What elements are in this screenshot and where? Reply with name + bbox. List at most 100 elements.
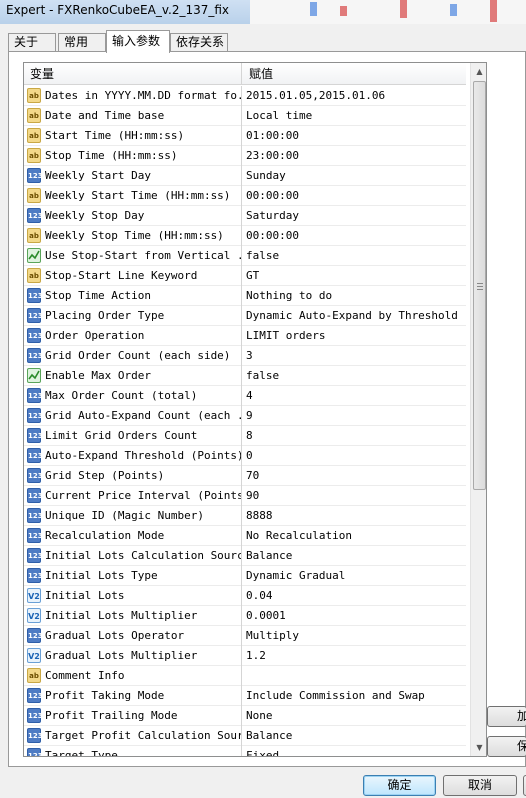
load-button[interactable]: 加 <box>487 706 526 727</box>
parameter-value-cell[interactable]: 0 <box>243 446 466 466</box>
parameter-row[interactable]: 123 Gradual Lots Operator Multiply <box>24 626 466 646</box>
tab-about[interactable]: 关于 <box>8 33 56 52</box>
parameter-name-cell: V2 Initial Lots Multiplier <box>24 606 242 626</box>
string-type-icon: ab <box>27 108 41 123</box>
parameter-name-cell: 123 Current Price Interval (Points) <box>24 486 242 506</box>
grid-header: 变量 赋值 <box>24 63 466 85</box>
parameter-row[interactable]: 123 Grid Auto-Expand Count (each ... 9 <box>24 406 466 426</box>
parameter-value-cell[interactable]: 90 <box>243 486 466 506</box>
integer-type-icon: 123 <box>27 688 43 703</box>
parameter-value-cell[interactable]: No Recalculation <box>243 526 466 546</box>
parameter-row[interactable]: 123 Placing Order Type Dynamic Auto-Expand… <box>24 306 466 326</box>
value-column-header[interactable]: 赋值 <box>243 63 463 85</box>
parameter-row[interactable]: 123 Weekly Stop Day Saturday <box>24 206 466 226</box>
parameter-value-cell[interactable] <box>243 666 466 686</box>
parameter-value-cell[interactable]: Dynamic Auto-Expand by Threshold <box>243 306 466 326</box>
parameter-value-cell[interactable]: 2015.01.05,2015.01.06 <box>243 86 466 106</box>
parameter-row[interactable]: ab Date and Time base Local time <box>24 106 466 126</box>
parameter-value-cell[interactable]: 0.04 <box>243 586 466 606</box>
parameter-row[interactable]: 123 Target Type Fixed <box>24 746 466 757</box>
parameter-name-cell: ab Weekly Start Time (HH:mm:ss) <box>24 186 242 206</box>
parameter-value-cell[interactable]: 70 <box>243 466 466 486</box>
parameter-value-cell[interactable]: Balance <box>243 726 466 746</box>
variable-column-header[interactable]: 变量 <box>24 63 242 85</box>
parameter-value-cell[interactable]: 9 <box>243 406 466 426</box>
save-button[interactable]: 保 <box>487 736 526 757</box>
parameter-row[interactable]: 123 Profit Taking Mode Include Commission … <box>24 686 466 706</box>
parameter-name: Target Profit Calculation Source <box>45 729 242 742</box>
parameter-value-cell[interactable]: 00:00:00 <box>243 186 466 206</box>
parameter-value-cell[interactable]: Nothing to do <box>243 286 466 306</box>
parameter-value-cell[interactable]: LIMIT orders <box>243 326 466 346</box>
parameter-value-cell[interactable]: Balance <box>243 546 466 566</box>
parameter-row[interactable]: ab Dates in YYYY.MM.DD format fo... 2015.0… <box>24 86 466 106</box>
scroll-up-arrow-icon[interactable]: ▲ <box>471 63 486 80</box>
parameter-value-cell[interactable]: Include Commission and Swap <box>243 686 466 706</box>
parameter-row[interactable]: 123 Grid Order Count (each side) 3 <box>24 346 466 366</box>
parameter-name: Grid Step (Points) <box>45 469 165 482</box>
parameter-value-cell[interactable]: 8888 <box>243 506 466 526</box>
parameter-name-cell: 123 Target Type <box>24 746 242 757</box>
parameter-row[interactable]: 123 Stop Time Action Nothing to do <box>24 286 466 306</box>
parameter-value-cell[interactable]: Sunday <box>243 166 466 186</box>
tab-dependencies[interactable]: 依存关系 <box>170 33 228 52</box>
scroll-thumb[interactable] <box>473 81 486 490</box>
parameter-row[interactable]: V2 Initial Lots Multiplier 0.0001 <box>24 606 466 626</box>
parameter-name-cell: 123 Recalculation Mode <box>24 526 242 546</box>
parameter-row[interactable]: 123 Recalculation Mode No Recalculation <box>24 526 466 546</box>
parameter-row[interactable]: 123 Profit Trailing Mode None <box>24 706 466 726</box>
parameter-row[interactable]: 123 Order Operation LIMIT orders <box>24 326 466 346</box>
parameter-row[interactable]: ab Stop Time (HH:mm:ss) 23:00:00 <box>24 146 466 166</box>
parameter-row[interactable]: 123 Target Profit Calculation Source Balan… <box>24 726 466 746</box>
parameter-value-cell[interactable]: Dynamic Gradual <box>243 566 466 586</box>
cancel-button[interactable]: 取消 <box>443 775 517 796</box>
parameter-value-cell[interactable]: 8 <box>243 426 466 446</box>
parameter-row[interactable]: ab Weekly Start Time (HH:mm:ss) 00:00:00 <box>24 186 466 206</box>
parameter-value-cell[interactable]: 1.2 <box>243 646 466 666</box>
parameter-row[interactable]: 123 Initial Lots Calculation Source Balanc… <box>24 546 466 566</box>
parameter-row[interactable]: 123 Limit Grid Orders Count 8 <box>24 426 466 446</box>
parameter-value-cell[interactable]: None <box>243 706 466 726</box>
parameter-row[interactable]: 123 Auto-Expand Threshold (Points) 0 <box>24 446 466 466</box>
tab-inputs[interactable]: 输入参数 <box>106 30 170 53</box>
tab-common[interactable]: 常用 <box>58 33 106 52</box>
parameter-name-cell: 123 Max Order Count (total) <box>24 386 242 406</box>
parameter-row[interactable]: 123 Max Order Count (total) 4 <box>24 386 466 406</box>
background-chart <box>250 0 526 24</box>
parameter-row[interactable]: ab Comment Info <box>24 666 466 686</box>
parameter-row[interactable]: V2 Initial Lots 0.04 <box>24 586 466 606</box>
parameter-row[interactable]: V2 Gradual Lots Multiplier 1.2 <box>24 646 466 666</box>
parameter-value-cell[interactable]: false <box>243 246 466 266</box>
vertical-scrollbar[interactable]: ▲ ▼ <box>470 63 486 756</box>
parameter-name: Target Type <box>45 749 118 757</box>
parameter-value-cell[interactable]: false <box>243 366 466 386</box>
parameter-value-cell[interactable]: 00:00:00 <box>243 226 466 246</box>
parameter-row[interactable]: 123 Weekly Start Day Sunday <box>24 166 466 186</box>
parameter-row[interactable]: 123 Initial Lots Type Dynamic Gradual <box>24 566 466 586</box>
parameter-row[interactable]: Enable Max Order false <box>24 366 466 386</box>
scroll-down-arrow-icon[interactable]: ▼ <box>471 739 486 756</box>
parameter-row[interactable]: Use Stop-Start from Vertical ... false <box>24 246 466 266</box>
boolean-type-icon <box>27 248 41 263</box>
window-title: Expert - FXRenkoCubeEA_v.2_137_fix <box>6 3 230 17</box>
parameter-value-cell[interactable]: Local time <box>243 106 466 126</box>
parameter-value-cell[interactable]: Multiply <box>243 626 466 646</box>
parameter-value-cell[interactable]: Saturday <box>243 206 466 226</box>
parameter-row[interactable]: ab Stop-Start Line Keyword GT <box>24 266 466 286</box>
parameter-value-cell[interactable]: Fixed <box>243 746 466 756</box>
parameter-value-cell[interactable]: 23:00:00 <box>243 146 466 166</box>
parameter-name: Weekly Start Day <box>45 169 151 182</box>
string-type-icon: ab <box>27 188 41 203</box>
parameter-row[interactable]: 123 Current Price Interval (Points) 90 <box>24 486 466 506</box>
parameter-value-cell[interactable]: 0.0001 <box>243 606 466 626</box>
parameter-value-cell[interactable]: 01:00:00 <box>243 126 466 146</box>
parameter-row[interactable]: 123 Unique ID (Magic Number) 8888 <box>24 506 466 526</box>
ok-button[interactable]: 确定 <box>363 775 436 796</box>
parameter-value-cell[interactable]: 4 <box>243 386 466 406</box>
parameter-row[interactable]: ab Start Time (HH:mm:ss) 01:00:00 <box>24 126 466 146</box>
integer-type-icon: 123 <box>27 208 43 223</box>
parameter-value-cell[interactable]: 3 <box>243 346 466 366</box>
parameter-value-cell[interactable]: GT <box>243 266 466 286</box>
parameter-row[interactable]: 123 Grid Step (Points) 70 <box>24 466 466 486</box>
parameter-row[interactable]: ab Weekly Stop Time (HH:mm:ss) 00:00:00 <box>24 226 466 246</box>
